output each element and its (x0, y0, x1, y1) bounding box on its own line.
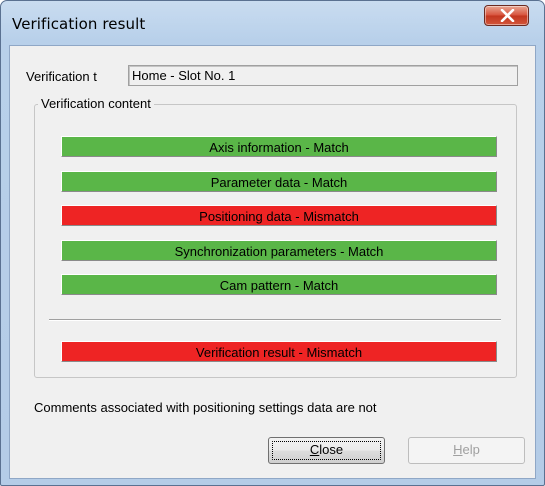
help-button[interactable]: Help (408, 437, 525, 464)
result-synchronization-parameters: Synchronization parameters - Match (61, 240, 497, 261)
overall-verification-result: Verification result - Mismatch (61, 341, 497, 362)
close-button[interactable]: Close (268, 437, 385, 464)
close-button-label: lose (319, 442, 344, 457)
verification-target-label: Verification t (26, 69, 97, 84)
result-axis-information: Axis information - Match (61, 136, 497, 157)
close-accelerator: C (309, 442, 320, 457)
verification-content-legend: Verification content (38, 96, 154, 112)
comment-note: Comments associated with positioning set… (34, 400, 377, 415)
help-accelerator: H (453, 442, 463, 457)
verification-target-field: Home - Slot No. 1 (128, 65, 518, 86)
group-separator (49, 319, 501, 321)
title-bar[interactable]: Verification result (1, 1, 544, 45)
window-title: Verification result (12, 15, 146, 33)
result-cam-pattern: Cam pattern - Match (61, 274, 497, 295)
close-x-icon (500, 9, 515, 22)
help-button-label: elp (462, 442, 480, 457)
result-parameter-data: Parameter data - Match (61, 171, 497, 192)
result-positioning-data: Positioning data - Mismatch (61, 205, 497, 226)
window-close-button[interactable] (484, 5, 529, 26)
